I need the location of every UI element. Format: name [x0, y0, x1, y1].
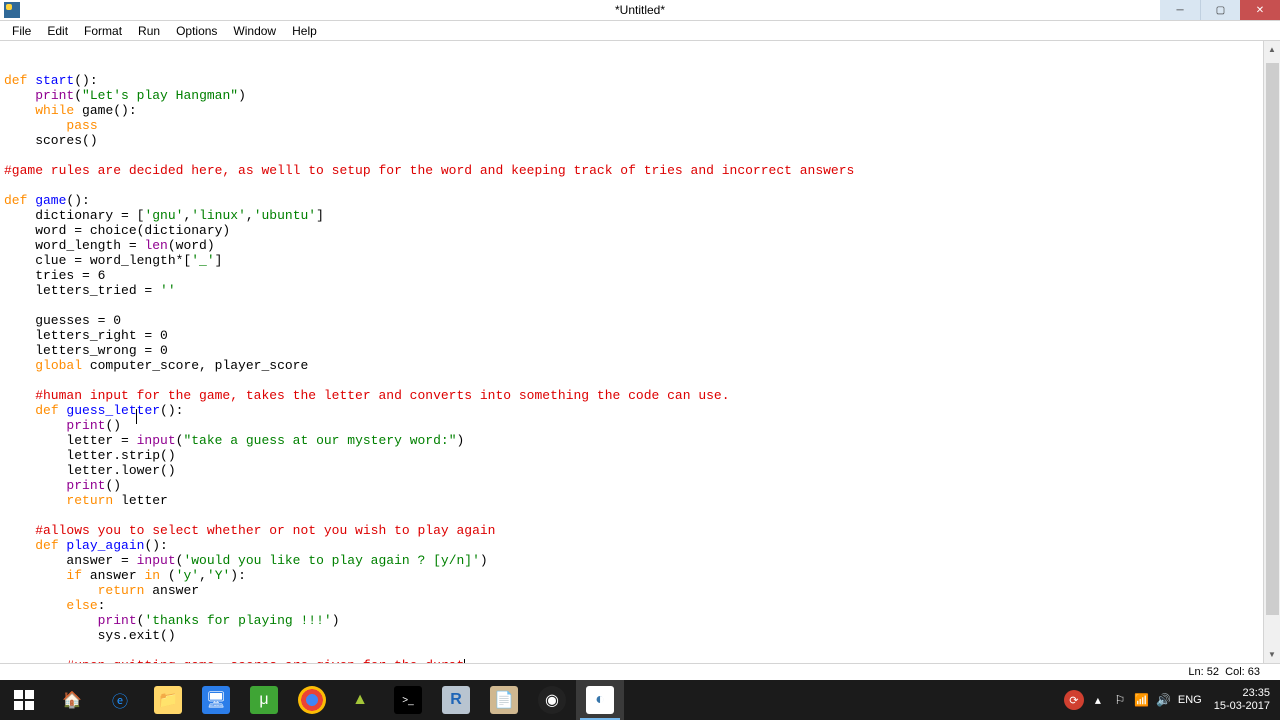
chrome-icon — [298, 686, 326, 714]
volume-icon[interactable]: 🔊 — [1156, 692, 1172, 708]
tray-time: 23:35 — [1214, 687, 1270, 700]
menu-bar: File Edit Format Run Options Window Help — [0, 21, 1280, 41]
taskbar-terminal[interactable]: >_ — [384, 680, 432, 720]
ie-icon: ⓔ — [106, 686, 134, 714]
window-controls: ─ ▢ ✕ — [1160, 0, 1280, 20]
tray-app-icon[interactable]: ⟳ — [1064, 690, 1084, 710]
minimize-button[interactable]: ─ — [1160, 0, 1200, 20]
taskbar-chrome[interactable] — [288, 680, 336, 720]
window-title: *Untitled* — [615, 3, 665, 17]
taskbar-r[interactable]: R — [432, 680, 480, 720]
taskbar-home[interactable]: 🏠 — [48, 680, 96, 720]
tray-up-icon[interactable]: ▴ — [1090, 692, 1106, 708]
taskbar-notes[interactable]: 📄 — [480, 680, 528, 720]
scroll-thumb[interactable] — [1266, 63, 1279, 615]
taskbar-utorrent[interactable]: μ — [240, 680, 288, 720]
tray-clock[interactable]: 23:35 15-03-2017 — [1208, 687, 1276, 713]
folder-icon: 📁 — [154, 686, 182, 714]
menu-file[interactable]: File — [4, 22, 39, 40]
code-editor[interactable]: def start(): print("Let's play Hangman")… — [0, 41, 1280, 663]
status-bar: Ln: 52 Col: 63 — [0, 663, 1280, 680]
title-bar: *Untitled* ─ ▢ ✕ — [0, 0, 1280, 21]
close-button[interactable]: ✕ — [1240, 0, 1280, 20]
editor-area: def start(): print("Let's play Hangman")… — [0, 41, 1280, 663]
tray-date: 15-03-2017 — [1214, 700, 1270, 713]
menu-window[interactable]: Window — [225, 22, 284, 40]
menu-run[interactable]: Run — [130, 22, 168, 40]
notes-icon: 📄 — [490, 686, 518, 714]
text-cursor — [464, 659, 465, 663]
vertical-scrollbar[interactable]: ▲ ▼ — [1263, 41, 1280, 663]
taskbar-ie[interactable]: ⓔ — [96, 680, 144, 720]
taskbar: 🏠 ⓔ 📁 🖥 μ ▲ >_ R 📄 ◉ ◐ ⟳ ▴ ⚐ 📶 🔊 ENG 23:… — [0, 680, 1280, 720]
r-icon: R — [442, 686, 470, 714]
maximize-button[interactable]: ▢ — [1200, 0, 1240, 20]
menu-edit[interactable]: Edit — [39, 22, 76, 40]
monitor-icon: 🖥 — [202, 686, 230, 714]
scroll-down-button[interactable]: ▼ — [1264, 646, 1280, 663]
app-icon — [4, 2, 20, 18]
taskbar-idle[interactable]: ◐ — [576, 680, 624, 720]
taskbar-app1[interactable]: 🖥 — [192, 680, 240, 720]
scroll-up-button[interactable]: ▲ — [1264, 41, 1280, 58]
obs-icon: ◉ — [538, 686, 566, 714]
start-button[interactable] — [0, 680, 48, 720]
taskbar-explorer[interactable]: 📁 — [144, 680, 192, 720]
android-icon: ▲ — [346, 686, 374, 714]
tray-language[interactable]: ENG — [1178, 694, 1202, 706]
status-col: Col: 63 — [1225, 666, 1260, 678]
menu-help[interactable]: Help — [284, 22, 325, 40]
taskbar-android[interactable]: ▲ — [336, 680, 384, 720]
home-icon: 🏠 — [58, 686, 86, 714]
network-icon[interactable]: 📶 — [1134, 692, 1150, 708]
menu-format[interactable]: Format — [76, 22, 130, 40]
system-tray: ⟳ ▴ ⚐ 📶 🔊 ENG 23:35 15-03-2017 — [1064, 680, 1280, 720]
terminal-icon: >_ — [394, 686, 422, 714]
utorrent-icon: μ — [250, 686, 278, 714]
taskbar-obs[interactable]: ◉ — [528, 680, 576, 720]
menu-options[interactable]: Options — [168, 22, 225, 40]
python-icon: ◐ — [586, 686, 614, 714]
status-line: Ln: 52 — [1188, 666, 1219, 678]
tray-flag-icon[interactable]: ⚐ — [1112, 692, 1128, 708]
ibeam-cursor-icon — [136, 409, 137, 424]
